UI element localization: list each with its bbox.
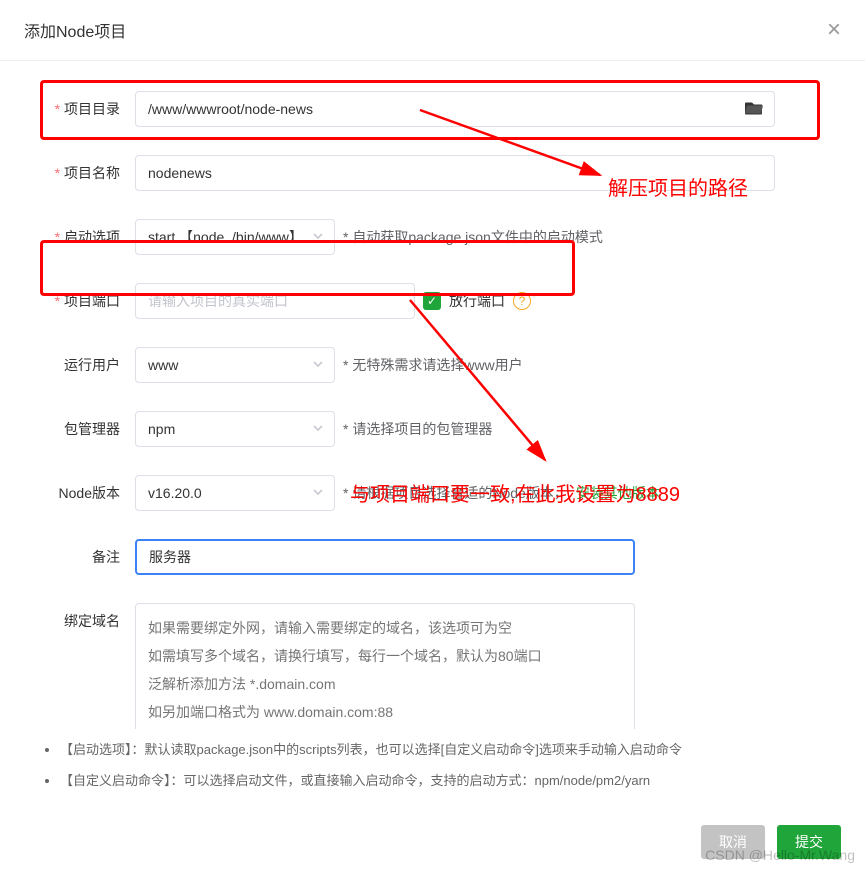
- node-value: v16.20.0: [148, 485, 202, 501]
- close-button[interactable]: ×: [827, 18, 841, 42]
- user-hint: * 无特殊需求请选择www用户: [343, 355, 523, 375]
- row-start-option: 启动选项 start 【node ./bin/www】 * 自动获取packag…: [40, 219, 825, 255]
- modal-title: 添加Node项目: [24, 18, 126, 42]
- allow-port-label: 放行端口: [449, 291, 505, 311]
- row-project-port: 项目端口 ✓ 放行端口 ?: [40, 283, 825, 319]
- modal-body: 项目目录 项目名称 启动选项 start 【node ./bin/www】: [0, 61, 865, 729]
- chevron-down-icon: [312, 421, 324, 437]
- label-start: 启动选项: [40, 219, 135, 247]
- help-icon[interactable]: ?: [513, 292, 531, 310]
- label-pkg: 包管理器: [40, 411, 135, 439]
- tip-item: 【自定义启动命令】：可以选择启动文件，或直接输入启动命令，支持的启动方式：npm…: [60, 770, 825, 789]
- start-option-value: start 【node ./bin/www】: [148, 227, 303, 247]
- row-bind-domain: 绑定域名: [40, 603, 825, 729]
- label-port: 项目端口: [40, 283, 135, 311]
- start-hint: * 自动获取package.json文件中的启动模式: [343, 227, 603, 247]
- modal-footer: 取消 提交: [0, 811, 865, 873]
- start-option-select[interactable]: start 【node ./bin/www】: [135, 219, 335, 255]
- pkg-hint: * 请选择项目的包管理器: [343, 419, 492, 439]
- install-other-link[interactable]: 安装其他版本: [576, 483, 660, 503]
- label-domain: 绑定域名: [40, 603, 135, 631]
- modal-header: 添加Node项目 ×: [0, 0, 865, 61]
- domain-textarea[interactable]: [135, 603, 635, 729]
- project-name-input[interactable]: [135, 155, 775, 191]
- watermark: CSDN @Hello-Mr.Wang: [705, 847, 855, 863]
- remark-input[interactable]: [135, 539, 635, 575]
- project-port-input[interactable]: [135, 283, 415, 319]
- label-dir: 项目目录: [40, 91, 135, 119]
- row-project-dir: 项目目录: [40, 91, 825, 127]
- node-version-select[interactable]: v16.20.0: [135, 475, 335, 511]
- label-node: Node版本: [40, 475, 135, 503]
- label-name: 项目名称: [40, 155, 135, 183]
- node-hint: * 请根据项目选择合适的Node版本，: [343, 483, 568, 503]
- row-run-user: 运行用户 www * 无特殊需求请选择www用户: [40, 347, 825, 383]
- row-project-name: 项目名称: [40, 155, 825, 191]
- folder-icon[interactable]: [745, 101, 763, 118]
- run-user-select[interactable]: www: [135, 347, 335, 383]
- chevron-down-icon: [312, 485, 324, 501]
- row-remark: 备注: [40, 539, 825, 575]
- project-dir-input[interactable]: [135, 91, 775, 127]
- row-package-manager: 包管理器 npm * 请选择项目的包管理器: [40, 411, 825, 447]
- row-node-version: Node版本 v16.20.0 * 请根据项目选择合适的Node版本， 安装其他…: [40, 475, 825, 511]
- allow-port-checkbox[interactable]: ✓: [423, 292, 441, 310]
- label-user: 运行用户: [40, 347, 135, 375]
- chevron-down-icon: [312, 357, 324, 373]
- pkg-value: npm: [148, 421, 175, 437]
- label-remark: 备注: [40, 539, 135, 567]
- run-user-value: www: [148, 357, 178, 373]
- chevron-down-icon: [312, 229, 324, 245]
- add-node-modal: 添加Node项目 × 项目目录 项目名称 启动选项 start 【node ./…: [0, 0, 865, 873]
- tip-item: 【启动选项】：默认读取package.json中的scripts列表，也可以选择…: [60, 739, 825, 758]
- tips-list: 【启动选项】：默认读取package.json中的scripts列表，也可以选择…: [0, 729, 865, 811]
- package-manager-select[interactable]: npm: [135, 411, 335, 447]
